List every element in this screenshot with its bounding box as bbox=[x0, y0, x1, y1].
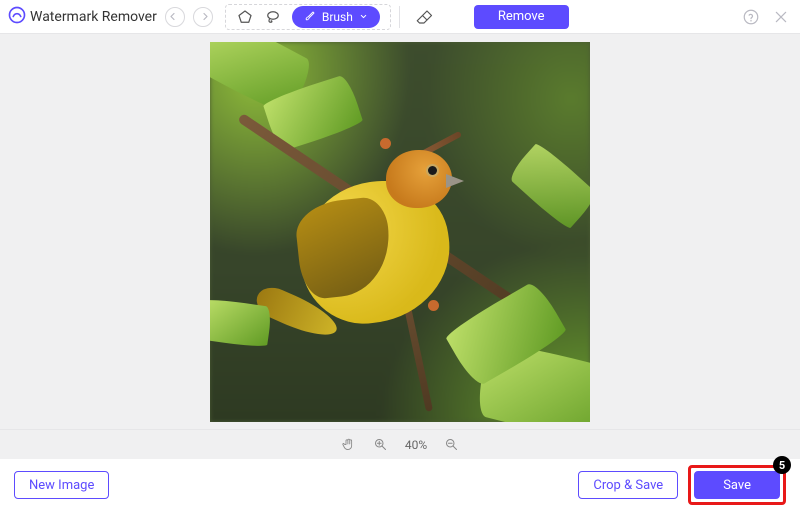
step-badge: 5 bbox=[773, 456, 791, 474]
crop-and-save-button[interactable]: Crop & Save bbox=[578, 471, 678, 499]
hand-icon bbox=[341, 437, 356, 452]
chevron-down-icon bbox=[359, 10, 368, 24]
help-icon bbox=[742, 8, 760, 26]
lasso-select-icon[interactable] bbox=[264, 8, 282, 26]
brush-label: Brush bbox=[322, 10, 353, 24]
brand: Watermark Remover bbox=[8, 6, 157, 28]
brush-tool-button[interactable]: Brush bbox=[292, 6, 380, 28]
working-image[interactable] bbox=[210, 42, 590, 422]
hand-tool-button[interactable] bbox=[341, 437, 357, 453]
redo-button[interactable] bbox=[193, 7, 213, 27]
brush-icon bbox=[304, 9, 316, 24]
app-title: Watermark Remover bbox=[30, 9, 157, 25]
zoom-bar: 40% bbox=[0, 429, 800, 459]
eraser-tool-button[interactable] bbox=[410, 4, 438, 30]
save-highlight: Save 5 bbox=[688, 465, 786, 505]
zoom-out-icon bbox=[444, 437, 459, 452]
top-toolbar: Watermark Remover Brush Remove bbox=[0, 0, 800, 34]
new-image-button[interactable]: New Image bbox=[14, 471, 109, 499]
save-button[interactable]: Save bbox=[694, 471, 780, 499]
close-button[interactable] bbox=[770, 6, 792, 28]
polygon-select-icon[interactable] bbox=[236, 8, 254, 26]
canvas-area bbox=[0, 34, 800, 429]
help-button[interactable] bbox=[740, 6, 762, 28]
eraser-icon bbox=[415, 8, 433, 26]
undo-button[interactable] bbox=[165, 7, 185, 27]
logo-icon bbox=[8, 6, 26, 28]
selection-tool-group: Brush bbox=[225, 4, 391, 30]
zoom-out-button[interactable] bbox=[443, 437, 459, 453]
footer: New Image Crop & Save Save 5 bbox=[0, 459, 800, 511]
close-icon bbox=[773, 9, 789, 25]
remove-button[interactable]: Remove bbox=[474, 5, 569, 29]
zoom-level: 40% bbox=[405, 438, 427, 452]
toolbar-separator bbox=[399, 6, 400, 28]
zoom-in-icon bbox=[373, 437, 388, 452]
zoom-in-button[interactable] bbox=[373, 437, 389, 453]
